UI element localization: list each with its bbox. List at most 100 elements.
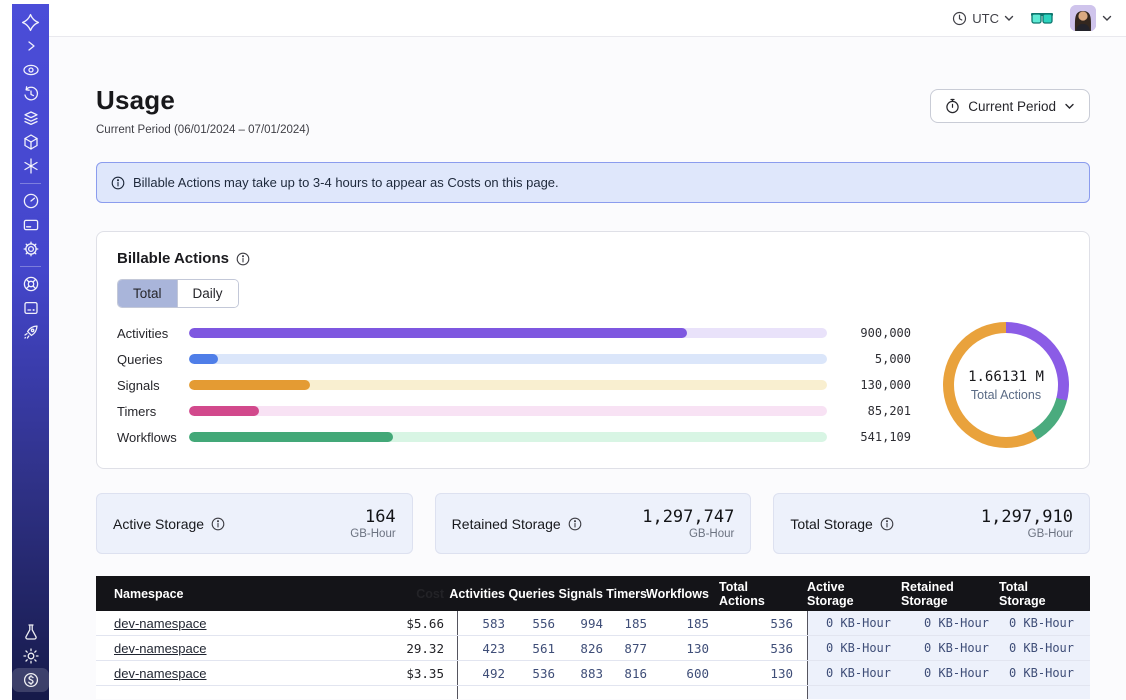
billable-chart: Activities 900,000 Queries 5,000 Signals [117, 320, 1069, 450]
namespace-link[interactable]: dev-namespace [114, 641, 207, 656]
page-title: Usage [96, 85, 310, 116]
storage-card-unit: GB-Hour [350, 528, 395, 540]
bar-fill [189, 354, 218, 364]
period-button-label: Current Period [968, 99, 1056, 114]
col-active-storage: Active Storage [807, 580, 901, 608]
sidebar-divider [20, 183, 41, 184]
bar-value: 900,000 [827, 326, 911, 340]
billable-bars: Activities 900,000 Queries 5,000 Signals [117, 320, 911, 450]
billing-card-icon[interactable] [12, 213, 49, 237]
bar-value: 130,000 [827, 378, 911, 392]
col-workflows: Workflows [657, 587, 719, 601]
info-icon[interactable] [568, 517, 582, 531]
sidebar [12, 4, 49, 700]
page-content: Usage Current Period (06/01/2024 – 07/01… [96, 37, 1090, 699]
bar-track [189, 432, 827, 442]
total-storage-cell: 0 KB-Hour [999, 661, 1090, 685]
period-selector-button[interactable]: Current Period [930, 89, 1090, 123]
info-banner-text: Billable Actions may take up to 3-4 hour… [133, 175, 559, 190]
sidebar-collapse-icon[interactable] [12, 34, 49, 58]
timers-cell: 185 [613, 611, 657, 635]
active-storage-cell: 0 KB-Hour [807, 661, 901, 685]
bar-label: Timers [117, 404, 189, 419]
usage-dashboard: UTC [0, 0, 1126, 700]
workflows-cell: 600 [657, 661, 719, 685]
chevron-down-icon [1102, 15, 1112, 22]
table-row: dev-namespace $5.66 583 556 994 185 185 … [96, 611, 1090, 636]
active-storage-card: Active Storage 164 GB-Hour [96, 493, 413, 554]
bar-track [189, 354, 827, 364]
table-row: dev-namespace 29.32 423 561 826 877 130 … [96, 636, 1090, 661]
workflows-icon[interactable] [12, 58, 49, 82]
active-storage-cell: 0 KB-Hour [807, 611, 901, 635]
account-menu[interactable] [1070, 5, 1112, 31]
queries-cell: 561 [515, 636, 565, 660]
bar-value: 541,109 [827, 430, 911, 444]
settings-gear-icon[interactable] [12, 237, 49, 261]
timers-cell: 816 [613, 661, 657, 685]
labs-flask-icon[interactable] [12, 620, 49, 644]
bar-fill [189, 432, 393, 442]
donut-center: 1.66131 M Total Actions [954, 333, 1058, 437]
table-row: dev-namespace $3.35 492 536 883 816 600 … [96, 661, 1090, 686]
billable-actions-title: Billable Actions [117, 250, 1069, 267]
glasses-icon[interactable] [1030, 11, 1054, 25]
schedules-icon[interactable] [12, 82, 49, 106]
feedback-screen-icon[interactable] [12, 296, 49, 320]
signals-cell: 994 [565, 611, 613, 635]
workflows-cell: 130 [657, 636, 719, 660]
storage-card-value: 1,297,910 [981, 507, 1073, 527]
bar-row-signals: Signals 130,000 [117, 372, 911, 398]
col-activities: Activities [457, 587, 515, 601]
retained-storage-card: Retained Storage 1,297,747 GB-Hour [435, 493, 752, 554]
billable-view-tabs: Total Daily [117, 279, 239, 308]
namespaces-icon[interactable] [12, 106, 49, 130]
bar-fill [189, 328, 687, 338]
chevron-down-icon [1064, 103, 1075, 110]
storage-cards: Active Storage 164 GB-Hour Retained Stor… [96, 493, 1090, 554]
tab-total[interactable]: Total [118, 280, 177, 307]
tab-daily[interactable]: Daily [177, 280, 238, 307]
bar-label: Workflows [117, 430, 189, 445]
namespace-link[interactable]: dev-namespace [114, 616, 207, 631]
storage-card-label: Total Storage [790, 516, 894, 532]
storage-card-value: 1,297,747 [642, 507, 734, 527]
pricing-dollar-icon[interactable] [12, 668, 49, 692]
bar-row-workflows: Workflows 541,109 [117, 424, 911, 450]
total-storage-card: Total Storage 1,297,910 GB-Hour [773, 493, 1090, 554]
nexus-icon[interactable] [12, 154, 49, 178]
signals-cell: 883 [565, 661, 613, 685]
topbar: UTC [49, 0, 1126, 37]
col-retained-storage: Retained Storage [901, 580, 999, 608]
bar-row-queries: Queries 5,000 [117, 346, 911, 372]
col-total-storage: Total Storage [999, 580, 1090, 608]
retained-storage-cell: 0 KB-Hour [901, 611, 999, 635]
bar-row-timers: Timers 85,201 [117, 398, 911, 424]
timezone-selector[interactable]: UTC [952, 11, 1014, 26]
usage-gauge-icon[interactable] [12, 189, 49, 213]
storage-card-label: Retained Storage [452, 516, 582, 532]
info-icon[interactable] [236, 252, 250, 266]
namespace-link[interactable]: dev-namespace [114, 666, 207, 681]
bar-row-activities: Activities 900,000 [117, 320, 911, 346]
bar-label: Queries [117, 352, 189, 367]
getting-started-rocket-icon[interactable] [12, 320, 49, 344]
col-namespace: Namespace [96, 587, 362, 601]
timezone-label: UTC [972, 11, 999, 26]
theme-sun-icon[interactable] [12, 644, 49, 668]
table-row-partial [96, 686, 1090, 699]
avatar [1070, 5, 1096, 31]
total-actions-cell: 536 [719, 611, 807, 635]
info-icon[interactable] [211, 517, 225, 531]
bar-track [189, 380, 827, 390]
support-lifebuoy-icon[interactable] [12, 272, 49, 296]
temporal-logo-icon[interactable] [12, 10, 49, 34]
info-icon [111, 176, 125, 190]
storage-card-label: Active Storage [113, 516, 225, 532]
total-actions-cell: 130 [719, 661, 807, 685]
total-storage-cell: 0 KB-Hour [999, 611, 1090, 635]
bar-label: Signals [117, 378, 189, 393]
deployments-icon[interactable] [12, 130, 49, 154]
bar-value: 5,000 [827, 352, 911, 366]
info-icon[interactable] [880, 517, 894, 531]
